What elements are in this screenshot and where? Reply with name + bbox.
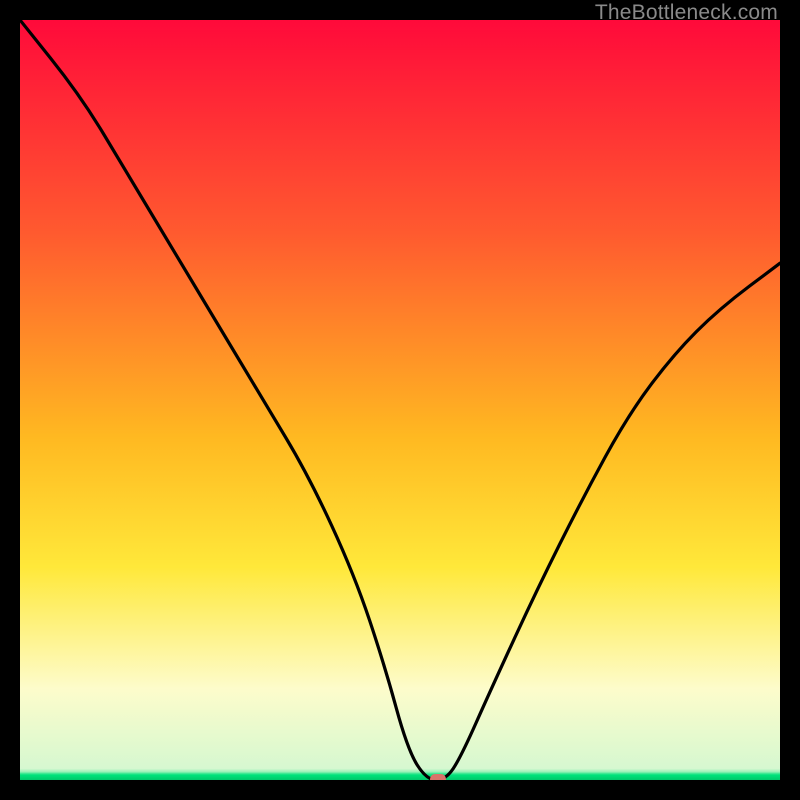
bottleneck-curve [20,20,780,780]
minimum-marker [430,774,446,780]
plot-area [20,20,780,780]
watermark-text: TheBottleneck.com [595,1,778,25]
chart-frame: TheBottleneck.com [0,0,800,800]
